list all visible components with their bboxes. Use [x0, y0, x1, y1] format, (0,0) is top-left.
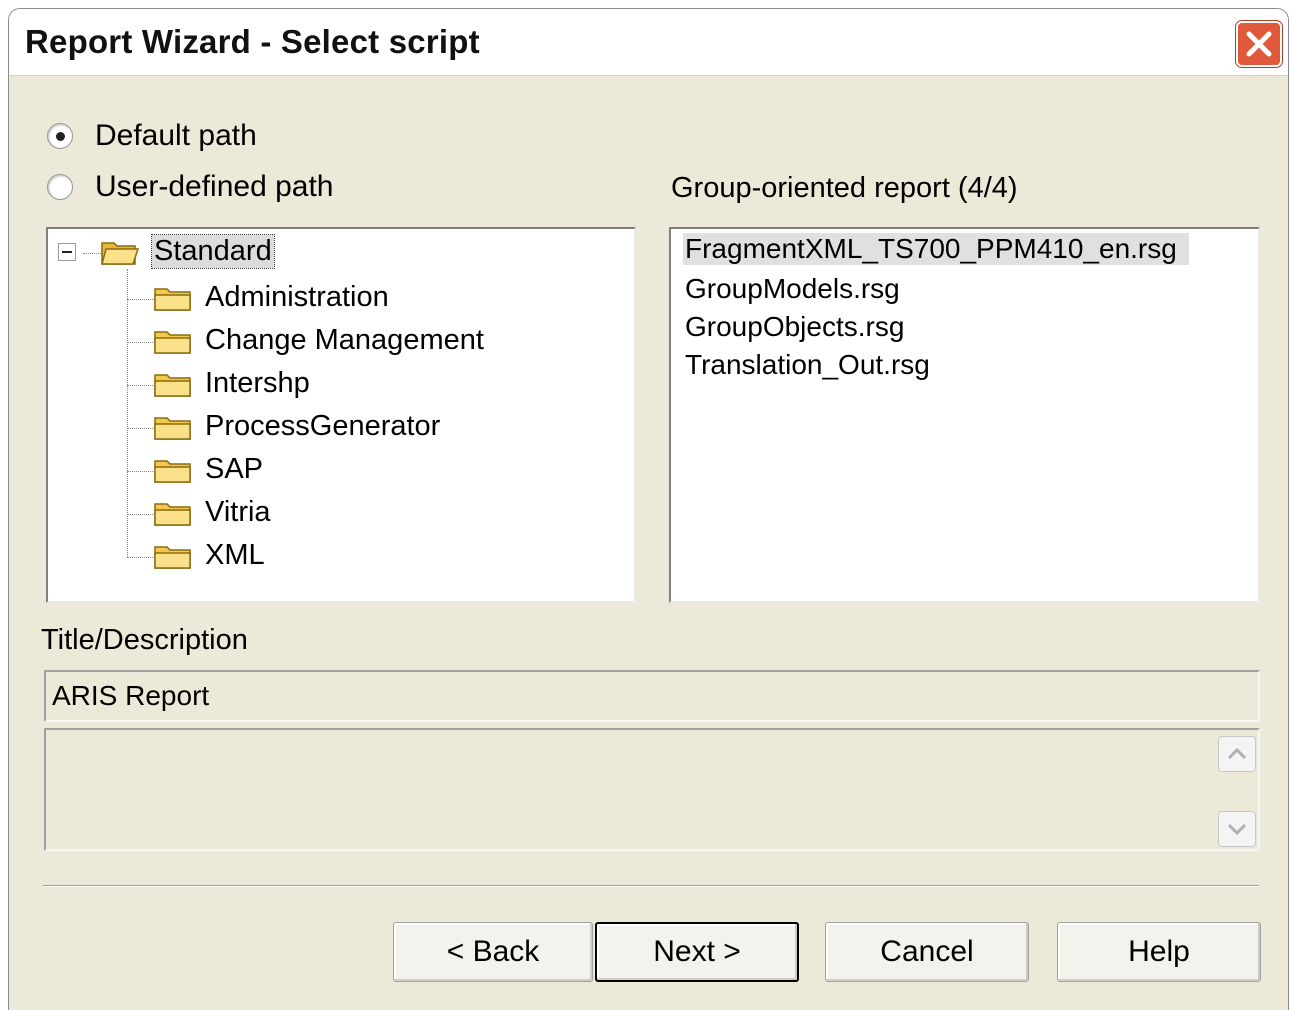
radio-default-path-label: Default path	[95, 119, 257, 152]
folder-icon	[154, 416, 191, 440]
title-field-value: ARIS Report	[52, 680, 210, 711]
folder-icon	[154, 287, 191, 311]
tree-node-child[interactable]: Change Management	[153, 324, 484, 357]
radio-default-path[interactable]: Default path	[47, 119, 257, 153]
folder-icon	[154, 330, 191, 354]
radio-default-path-button[interactable]	[47, 123, 73, 149]
tree-node-label: ProcessGenerator	[205, 410, 441, 442]
script-list-item[interactable]: Translation_Out.rsg	[683, 349, 942, 381]
description-field[interactable]	[44, 728, 1260, 851]
radio-user-defined-path[interactable]: User-defined path	[47, 170, 333, 204]
back-button[interactable]: < Back	[393, 922, 593, 982]
folder-icon	[154, 545, 191, 569]
folder-tree[interactable]: Standard Administration Change Managemen…	[46, 227, 636, 603]
tree-node-label: Intershp	[205, 367, 310, 399]
tree-node-child[interactable]: SAP	[153, 453, 263, 486]
folder-icon	[154, 502, 191, 526]
chevron-up-icon	[1227, 747, 1247, 760]
tree-node-child[interactable]: XML	[153, 539, 265, 572]
open-folder-icon	[101, 241, 140, 265]
tree-node-child[interactable]: Administration	[153, 281, 389, 314]
title-field[interactable]: ARIS Report	[44, 670, 1260, 722]
scripts-header: Group-oriented report (4/4)	[671, 172, 1018, 204]
folder-icon	[154, 459, 191, 483]
script-list-item[interactable]: GroupModels.rsg	[683, 273, 912, 305]
tree-node-child[interactable]: Intershp	[153, 367, 310, 400]
tree-node-child[interactable]: Vitria	[153, 496, 271, 529]
close-button[interactable]	[1236, 21, 1282, 67]
folder-icon	[154, 373, 191, 397]
tree-node-label: Change Management	[205, 324, 484, 356]
script-list-item[interactable]: FragmentXML_TS700_PPM410_en.rsg	[683, 233, 1189, 265]
report-wizard-window: Report Wizard - Select script Default pa…	[8, 8, 1289, 1010]
collapse-toggle[interactable]	[58, 243, 76, 261]
close-icon	[1246, 31, 1272, 57]
tree-node-standard[interactable]: Standard	[100, 234, 275, 269]
radio-user-defined-path-button[interactable]	[47, 174, 73, 200]
cancel-button[interactable]: Cancel	[825, 922, 1029, 982]
scroll-up-button[interactable]	[1218, 736, 1256, 772]
window-title: Report Wizard - Select script	[25, 23, 480, 60]
radio-user-defined-path-label: User-defined path	[95, 170, 334, 203]
title-bar[interactable]: Report Wizard - Select script	[9, 9, 1288, 76]
description-label: Title/Description	[41, 624, 248, 656]
tree-node-label: Standard	[151, 234, 275, 269]
chevron-down-icon	[1227, 823, 1247, 836]
next-button[interactable]: Next >	[595, 922, 799, 982]
help-button[interactable]: Help	[1057, 922, 1261, 982]
tree-node-child[interactable]: ProcessGenerator	[153, 410, 440, 443]
tree-node-label: Administration	[205, 281, 389, 313]
script-list[interactable]: FragmentXML_TS700_PPM410_en.rsg GroupMod…	[669, 227, 1260, 603]
tree-node-label: SAP	[205, 453, 264, 485]
separator	[43, 885, 1259, 887]
scroll-down-button[interactable]	[1218, 811, 1256, 847]
tree-node-label: XML	[205, 539, 265, 571]
tree-node-label: Vitria	[205, 496, 271, 528]
script-list-item[interactable]: GroupObjects.rsg	[683, 311, 916, 343]
